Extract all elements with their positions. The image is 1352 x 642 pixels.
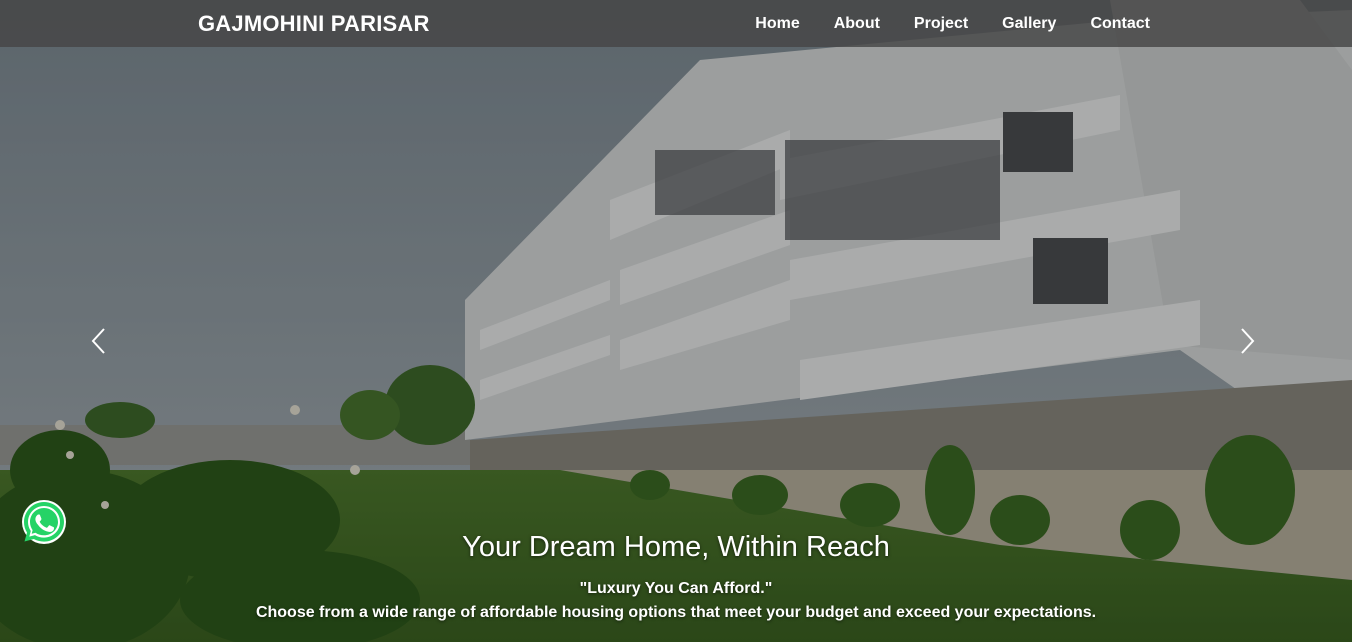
nav-link-home[interactable]: Home xyxy=(755,15,799,33)
hero-title-row: Your Dream Home, Within Reach xyxy=(0,531,1352,564)
carousel-next-button[interactable] xyxy=(1232,325,1262,357)
nav-link-gallery[interactable]: Gallery xyxy=(1002,15,1056,33)
hero-tagline-row: "Luxury You Can Afford." xyxy=(0,580,1352,598)
chevron-right-icon xyxy=(1241,328,1255,354)
chevron-left-icon xyxy=(91,328,105,354)
whatsapp-icon xyxy=(22,500,66,544)
navbar: GAJMOHINI PARISAR Home About Project Gal… xyxy=(0,0,1352,47)
hero-description: Choose from a wide range of affordable h… xyxy=(255,604,1097,621)
nav-link-contact[interactable]: Contact xyxy=(1090,15,1150,33)
nav-link-project[interactable]: Project xyxy=(914,15,968,33)
hero-description-row: Choose from a wide range of affordable h… xyxy=(0,604,1352,622)
hero-title: Your Dream Home, Within Reach xyxy=(462,531,890,563)
carousel-prev-button[interactable] xyxy=(84,325,114,357)
nav-link-about[interactable]: About xyxy=(834,15,880,33)
brand-logo[interactable]: GAJMOHINI PARISAR xyxy=(198,11,430,37)
hero-tagline: "Luxury You Can Afford." xyxy=(579,580,773,597)
nav-links: Home About Project Gallery Contact xyxy=(755,15,1150,33)
hero-carousel: GAJMOHINI PARISAR Home About Project Gal… xyxy=(0,0,1352,642)
whatsapp-button[interactable] xyxy=(20,498,68,546)
